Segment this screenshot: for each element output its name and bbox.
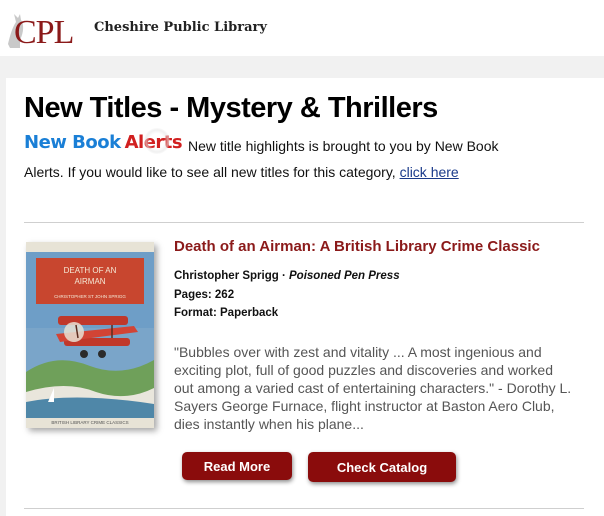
book-pages: Pages: 262 [174, 289, 235, 301]
logo-letters: CPL [14, 14, 74, 51]
glow-icon [144, 128, 170, 154]
intro-text-line2: Alerts. If you would like to see all new… [24, 164, 459, 180]
meta-separator: · [278, 270, 290, 282]
cover-title-line2: AIRMAN [74, 277, 105, 286]
library-name: Cheshire Public Library [94, 20, 267, 35]
content-card: New Titles - Mystery & Thrillers New Boo… [6, 78, 604, 516]
book-author: Christopher Sprigg [174, 270, 279, 282]
book-cover-image[interactable]: DEATH OF AN AIRMAN CHRISTOPHER ST JOHN S… [26, 242, 154, 428]
read-more-button[interactable]: Read More [182, 452, 292, 480]
book-cover-art: DEATH OF AN AIRMAN CHRISTOPHER ST JOHN S… [26, 242, 154, 428]
divider [24, 508, 584, 509]
check-catalog-button[interactable]: Check Catalog [308, 452, 456, 482]
cpl-logo[interactable]: CPL [6, 8, 94, 52]
new-book-alerts-logo: New Book Alerts [24, 128, 183, 154]
click-here-link[interactable]: click here [400, 164, 459, 180]
nba-logo-new: New Book [24, 131, 121, 153]
divider [24, 222, 584, 223]
cover-series-line: BRITISH LIBRARY CRIME CLASSICS [51, 420, 128, 425]
intro-text-line2-prefix: Alerts. If you would like to see all new… [24, 164, 396, 180]
cover-title-line1: DEATH OF AN [64, 266, 117, 275]
book-format: Format: Paperback [174, 307, 279, 319]
cover-author-line: CHRISTOPHER ST JOHN SPRIGG [54, 294, 126, 299]
book-publisher: Poisoned Pen Press [289, 270, 400, 282]
intro-text-line1: New title highlights is brought to you b… [188, 138, 499, 154]
header-bar: CPL Cheshire Public Library [0, 0, 604, 56]
page-title: New Titles - Mystery & Thrillers [24, 92, 438, 124]
book-description: "Bubbles over with zest and vitality ...… [174, 344, 572, 432]
cpl-logo-mark: CPL [6, 8, 94, 52]
page: CPL Cheshire Public Library New Titles -… [0, 0, 604, 516]
book-title-link[interactable]: Death of an Airman: A British Library Cr… [174, 238, 594, 255]
book-author-publisher: Christopher Sprigg · Poisoned Pen Press [174, 270, 400, 282]
